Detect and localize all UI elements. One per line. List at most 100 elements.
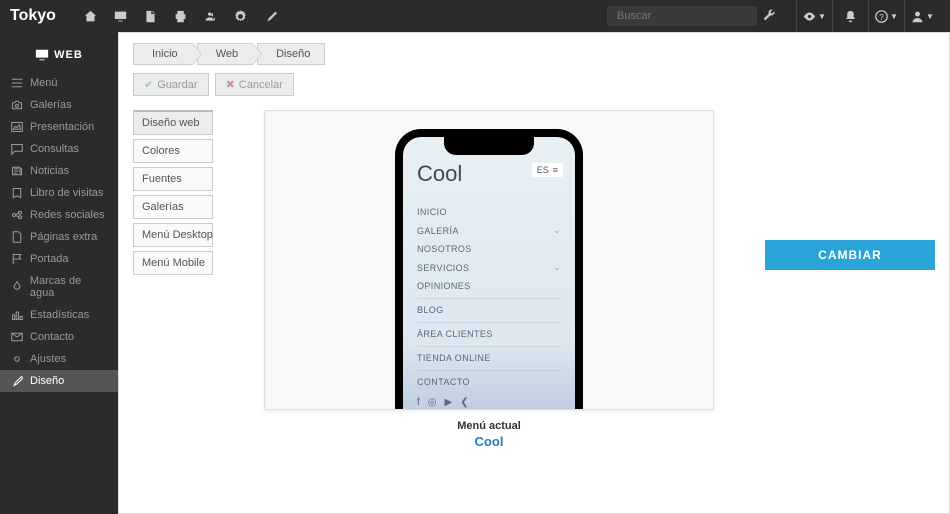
instagram-icon: ◎ <box>428 397 437 408</box>
phone-menu: INICIOGALERÍA⌄NOSOTROSSERVICIOS⌄OPINIONE… <box>417 203 561 391</box>
sidebar-item-portada[interactable]: Portada <box>0 248 118 270</box>
brush-icon[interactable] <box>256 0 286 32</box>
sidebar-item-diseño[interactable]: Diseño <box>0 370 118 392</box>
sidebar-item-label: Presentación <box>30 121 94 133</box>
tab-galerías[interactable]: Galerías <box>133 195 213 219</box>
sidebar-item-menú[interactable]: Menú <box>0 72 118 94</box>
sidebar-item-presentación[interactable]: Presentación <box>0 116 118 138</box>
phone-menu-item: BLOG <box>417 298 561 319</box>
save-label: Guardar <box>157 79 197 91</box>
flag-icon <box>10 253 24 265</box>
news-icon <box>10 165 24 177</box>
sidebar: WEB Menú Galerías Presentación Consultas Not… <box>0 32 118 514</box>
breadcrumb-web[interactable]: Web <box>197 43 253 65</box>
sidebar-item-marcas-de-agua[interactable]: Marcas de agua <box>0 270 118 304</box>
content-area: InicioWebDiseño ✔Guardar ✖Cancelar Diseñ… <box>118 32 950 514</box>
right-column: CAMBIAR <box>765 110 935 270</box>
change-button[interactable]: CAMBIAR <box>765 240 935 270</box>
top-right-icons: ▼ ?▼ ▼ <box>796 0 940 32</box>
cancel-label: Cancelar <box>239 79 283 91</box>
share-icon <box>10 209 24 221</box>
design-body: Diseño web Colores Fuentes Galerías Menú Des… <box>133 110 935 449</box>
book-icon <box>10 187 24 199</box>
preview-caption: Menú actual Cool <box>457 420 521 449</box>
search-input[interactable] <box>607 6 757 26</box>
save-button[interactable]: ✔Guardar <box>133 73 209 96</box>
gear-icon[interactable] <box>226 0 256 32</box>
page-icon <box>10 231 24 243</box>
phone-screen: Cool ES≡ INICIOGALERÍA⌄NOSOTROSSERVICIOS… <box>403 137 575 410</box>
sidebar-item-label: Estadísticas <box>30 309 89 321</box>
help-icon[interactable]: ?▼ <box>868 0 904 32</box>
bell-icon[interactable] <box>832 0 868 32</box>
tab-colores[interactable]: Colores <box>133 139 213 163</box>
phone-menu-item: SERVICIOS⌄ <box>417 258 561 277</box>
share-icon: ❮ <box>460 397 468 408</box>
tab-menú-mobile[interactable]: Menú Mobile <box>133 251 213 275</box>
sidebar-item-consultas[interactable]: Consultas <box>0 138 118 160</box>
sidebar-item-label: Noticias <box>30 165 69 177</box>
cancel-button[interactable]: ✖Cancelar <box>215 73 294 96</box>
home-icon[interactable] <box>76 0 106 32</box>
sidebar-item-label: Libro de visitas <box>30 187 103 199</box>
svg-text:?: ? <box>879 12 884 21</box>
phone-menu-item: CONTACTO <box>417 370 561 391</box>
sidebar-header-label: WEB <box>54 49 83 61</box>
sidebar-header: WEB <box>0 40 118 72</box>
tab-menú-desktop[interactable]: Menú Desktop <box>133 223 213 247</box>
chevron-down-icon: ⌄ <box>553 225 561 236</box>
sidebar-item-label: Redes sociales <box>30 209 105 221</box>
tab-diseño-web[interactable]: Diseño web <box>133 110 213 135</box>
youtube-icon: ▶ <box>445 397 453 408</box>
print-icon[interactable] <box>166 0 196 32</box>
sidebar-item-páginas-extra[interactable]: Páginas extra <box>0 226 118 248</box>
camera-icon <box>10 99 24 111</box>
phone-notch <box>444 137 534 155</box>
tab-fuentes[interactable]: Fuentes <box>133 167 213 191</box>
document-icon[interactable] <box>136 0 166 32</box>
phone-menu-item: NOSOTROS <box>417 240 561 258</box>
sidebar-item-noticias[interactable]: Noticias <box>0 160 118 182</box>
brush-icon <box>10 375 24 387</box>
action-buttons: ✔Guardar ✖Cancelar <box>133 73 935 96</box>
sidebar-item-ajustes[interactable]: Ajustes <box>0 348 118 370</box>
sidebar-item-contacto[interactable]: Contacto <box>0 326 118 348</box>
sidebar-item-label: Diseño <box>30 375 64 387</box>
phone-menu-item: INICIO <box>417 203 561 221</box>
sidebar-item-libro-de-visitas[interactable]: Libro de visitas <box>0 182 118 204</box>
sidebar-item-label: Portada <box>30 253 69 265</box>
menu-icon: ≡ <box>553 165 558 175</box>
eye-icon[interactable]: ▼ <box>796 0 832 32</box>
sidebar-item-label: Consultas <box>30 143 79 155</box>
phone-mockup: Cool ES≡ INICIOGALERÍA⌄NOSOTROSSERVICIOS… <box>395 129 583 410</box>
droplet-icon <box>10 281 24 293</box>
sidebar-item-estadísticas[interactable]: Estadísticas <box>0 304 118 326</box>
brand: Tokyo <box>10 7 76 25</box>
main-layout: WEB Menú Galerías Presentación Consultas Not… <box>0 32 950 514</box>
breadcrumb-inicio[interactable]: Inicio <box>133 43 193 65</box>
wrench-icon[interactable] <box>763 8 776 24</box>
caption-label: Menú actual <box>457 420 521 432</box>
sidebar-item-label: Marcas de agua <box>30 275 108 299</box>
caption-value: Cool <box>457 434 521 449</box>
lang-label: ES <box>537 165 549 175</box>
phone-menu-item: TIENDA ONLINE <box>417 346 561 367</box>
top-bar: Tokyo ▼ ?▼ ▼ <box>0 0 950 32</box>
users-icon[interactable] <box>196 0 226 32</box>
breadcrumb-diseño[interactable]: Diseño <box>257 43 325 65</box>
lang-selector: ES ≡ <box>532 163 563 177</box>
envelope-icon <box>10 331 24 343</box>
user-icon[interactable]: ▼ <box>904 0 940 32</box>
stats-icon <box>10 309 24 321</box>
sidebar-item-label: Contacto <box>30 331 74 343</box>
facebook-icon: f <box>417 397 420 408</box>
phone-menu-item: OPINIONES <box>417 277 561 295</box>
sidebar-item-label: Páginas extra <box>30 231 97 243</box>
sidebar-item-label: Ajustes <box>30 353 66 365</box>
sidebar-item-redes-sociales[interactable]: Redes sociales <box>0 204 118 226</box>
monitor-icon[interactable] <box>106 0 136 32</box>
phone-menu-item: ÁREA CLIENTES <box>417 322 561 343</box>
sidebar-item-label: Menú <box>30 77 58 89</box>
phone-menu-item: GALERÍA⌄ <box>417 221 561 240</box>
sidebar-item-galerías[interactable]: Galerías <box>0 94 118 116</box>
